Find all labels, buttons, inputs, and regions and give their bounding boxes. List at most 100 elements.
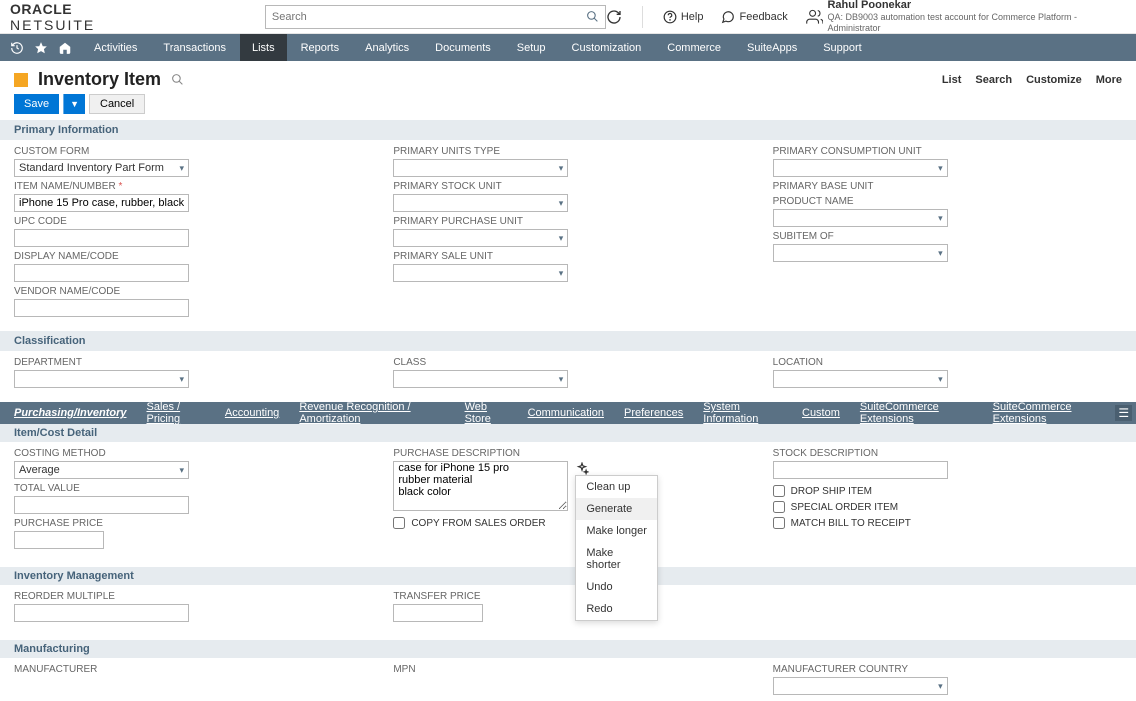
search-icon[interactable] [586,10,599,23]
ai-menu-cleanup[interactable]: Clean up [576,476,657,498]
label-custom-form: CUSTOM FORM [14,146,363,157]
section-item-cost: Item/Cost Detail [0,424,1136,442]
vendor-name-input[interactable] [14,299,189,317]
purchase-description-textarea[interactable] [393,461,568,511]
topbar-icons: Help Feedback Rahul Poonekar QA: DB9003 … [606,0,1126,34]
tab-preferences[interactable]: Preferences [614,402,693,424]
save-dropdown-button[interactable]: ▼ [63,94,85,114]
tab-suitecommerce1[interactable]: SuiteCommerce Extensions [850,402,983,424]
subitem-select[interactable] [773,244,948,262]
primary-info-grid: CUSTOM FORMStandard Inventory Part Form … [0,140,1136,331]
tab-sales[interactable]: Sales / Pricing [136,402,214,424]
nav-setup[interactable]: Setup [505,34,558,61]
topbar: ORACLE NETSUITE Help Feedback Rahul Poon… [0,0,1136,34]
refresh-icon[interactable] [606,9,622,25]
tab-suitecommerce2[interactable]: SuiteCommerce Extensions [983,402,1116,424]
display-name-input[interactable] [14,264,189,282]
label-primary-units: PRIMARY UNITS TYPE [393,146,742,157]
location-select[interactable] [773,370,948,388]
brand-oracle: ORACLE [10,1,72,17]
action-search[interactable]: Search [975,74,1012,86]
classification-grid: DEPARTMENT CLASS LOCATION [0,351,1136,402]
upc-input[interactable] [14,229,189,247]
tab-system[interactable]: System Information [693,402,792,424]
label-stock-description: STOCK DESCRIPTION [773,448,1122,459]
primary-purchase-select[interactable] [393,229,568,247]
tab-menu-icon[interactable]: ☰ [1115,405,1132,421]
tab-revenue[interactable]: Revenue Recognition / Amortization [289,402,454,424]
tab-communication[interactable]: Communication [518,402,614,424]
nav-reports[interactable]: Reports [289,34,352,61]
mfr-country-select[interactable] [773,677,948,695]
ai-menu-longer[interactable]: Make longer [576,520,657,542]
section-primary-info: Primary Information [0,120,1136,140]
special-order-checkbox[interactable] [773,501,785,513]
feedback-link[interactable]: Feedback [721,10,787,24]
section-inventory-mgmt: Inventory Management [0,567,1136,585]
manufacturing-grid: MANUFACTURER MPN MANUFACTURER COUNTRY [0,658,1136,701]
primary-stock-select[interactable] [393,194,568,212]
class-select[interactable] [393,370,568,388]
nav-activities[interactable]: Activities [82,34,149,61]
nav-suiteapps[interactable]: SuiteApps [735,34,809,61]
tab-webstore[interactable]: Web Store [455,402,518,424]
item-name-input[interactable] [14,194,189,212]
primary-sale-select[interactable] [393,264,568,282]
nav-documents[interactable]: Documents [423,34,503,61]
label-product-name: PRODUCT NAME [773,196,1122,207]
section-classification: Classification [0,331,1136,351]
ai-menu-undo[interactable]: Undo [576,576,657,598]
cancel-button[interactable]: Cancel [89,94,145,114]
tab-purchasing[interactable]: Purchasing/Inventory [4,402,136,424]
action-more[interactable]: More [1096,74,1122,86]
ai-menu-generate[interactable]: Generate [576,498,657,520]
transfer-price-input[interactable] [393,604,483,622]
user-name: Rahul Poonekar [827,0,1126,12]
history-icon[interactable] [10,41,32,55]
item-cost-grid: COSTING METHODAverage TOTAL VALUE PURCHA… [0,442,1136,563]
user-menu[interactable]: Rahul Poonekar QA: DB9003 automation tes… [806,0,1126,34]
help-link[interactable]: Help [663,10,704,24]
label-primary-consumption: PRIMARY CONSUMPTION UNIT [773,146,1122,157]
section-manufacturing: Manufacturing [0,640,1136,658]
label-item-name: ITEM NAME/NUMBER [14,181,116,192]
nav-customization[interactable]: Customization [560,34,654,61]
action-list[interactable]: List [942,74,962,86]
home-icon[interactable] [58,41,80,55]
reorder-multiple-input[interactable] [14,604,189,622]
costing-method-select[interactable]: Average [14,461,189,479]
action-customize[interactable]: Customize [1026,74,1082,86]
label-primary-stock: PRIMARY STOCK UNIT [393,181,742,192]
search-input[interactable] [272,11,586,23]
label-purchase-description: PURCHASE DESCRIPTION [393,448,742,459]
nav-commerce[interactable]: Commerce [655,34,733,61]
nav-lists[interactable]: Lists [240,34,287,61]
tab-accounting[interactable]: Accounting [215,402,289,424]
search-record-icon[interactable] [171,73,184,86]
label-drop-ship: DROP SHIP ITEM [791,486,872,497]
primary-units-select[interactable] [393,159,568,177]
custom-form-select[interactable]: Standard Inventory Part Form [14,159,189,177]
drop-ship-checkbox[interactable] [773,485,785,497]
stock-description-input[interactable] [773,461,948,479]
save-button[interactable]: Save [14,94,59,114]
global-search[interactable] [265,5,606,29]
primary-consumption-select[interactable] [773,159,948,177]
total-value-input[interactable] [14,496,189,514]
ai-menu-shorter[interactable]: Make shorter [576,542,657,576]
product-name-select[interactable] [773,209,948,227]
label-primary-sale: PRIMARY SALE UNIT [393,251,742,262]
nav-support[interactable]: Support [811,34,874,61]
label-copy-sales: COPY FROM SALES ORDER [411,518,545,529]
department-select[interactable] [14,370,189,388]
label-primary-purchase: PRIMARY PURCHASE UNIT [393,216,742,227]
ai-menu-redo[interactable]: Redo [576,598,657,620]
tab-custom[interactable]: Custom [792,402,850,424]
label-upc: UPC CODE [14,216,363,227]
nav-transactions[interactable]: Transactions [151,34,238,61]
purchase-price-input[interactable] [14,531,104,549]
nav-analytics[interactable]: Analytics [353,34,421,61]
star-icon[interactable] [34,41,56,55]
copy-sales-checkbox[interactable] [393,517,405,529]
match-bill-checkbox[interactable] [773,517,785,529]
